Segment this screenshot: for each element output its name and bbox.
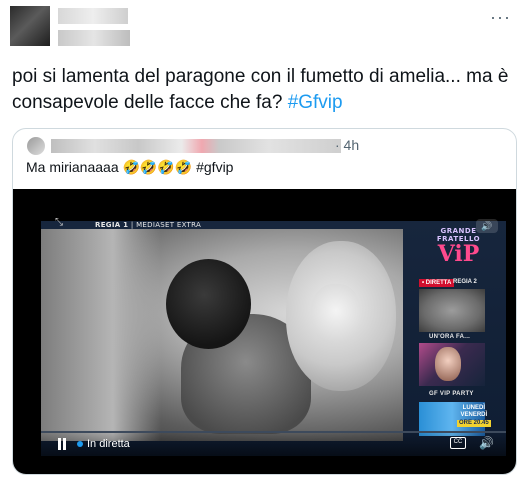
party-label: GF VIP PARTY: [429, 391, 474, 397]
live-badge: • DIRETTA: [419, 279, 455, 287]
more-icon[interactable]: ···: [490, 8, 511, 26]
quoted-author-name-redacted: [51, 139, 341, 153]
tweet-header: ···: [0, 0, 521, 60]
tweet-text: poi si lamenta del paragone con il fumet…: [12, 64, 512, 116]
quoted-author-avatar: [27, 137, 45, 155]
live-status: In diretta: [87, 438, 130, 450]
author-handle-redacted[interactable]: [58, 30, 130, 46]
feed-label: REGIA 1 | MEDIASET EXTRA: [95, 221, 202, 229]
recap-label: UN'ORA FA...: [429, 334, 471, 340]
captions-icon[interactable]: CC: [450, 437, 466, 449]
regia2-label: REGIA 2: [453, 279, 477, 285]
video-controls: In diretta CC 🔊: [41, 430, 506, 456]
tweet-body: poi si lamenta del paragone con il fumet…: [12, 66, 509, 113]
author-name-redacted[interactable]: [58, 8, 128, 24]
live-indicator-dot: [77, 441, 83, 447]
quoted-tweet-card[interactable]: · 4h Ma mirianaaaa 🤣🤣🤣🤣 #gfvip ⤡ REGIA 1…: [12, 128, 517, 475]
show-logo: GRANDE FRATELLO ViP: [436, 227, 481, 267]
expand-icon: ⤡: [55, 217, 63, 228]
hashtag-link[interactable]: #Gfvip: [288, 92, 343, 113]
quoted-tweet-text: Ma mirianaaaa 🤣🤣🤣🤣 #gfvip: [26, 159, 234, 175]
regia2-thumbnail: [419, 289, 485, 332]
schedule-text: LUNEDÌ VENERDÌ ORE 20.45: [457, 405, 491, 427]
progress-bar[interactable]: [41, 431, 506, 433]
volume-icon[interactable]: 🔊: [479, 436, 494, 450]
author-avatar[interactable]: [10, 6, 50, 46]
video-player[interactable]: ⤡ REGIA 1 | MEDIASET EXTRA 🔊 GRANDE FRAT…: [13, 189, 516, 474]
pause-icon[interactable]: [57, 438, 67, 450]
main-camera-feed: [41, 229, 403, 441]
broadcast-frame: ⤡ REGIA 1 | MEDIASET EXTRA 🔊 GRANDE FRAT…: [41, 217, 506, 456]
quoted-tweet-time: · 4h: [335, 137, 360, 153]
